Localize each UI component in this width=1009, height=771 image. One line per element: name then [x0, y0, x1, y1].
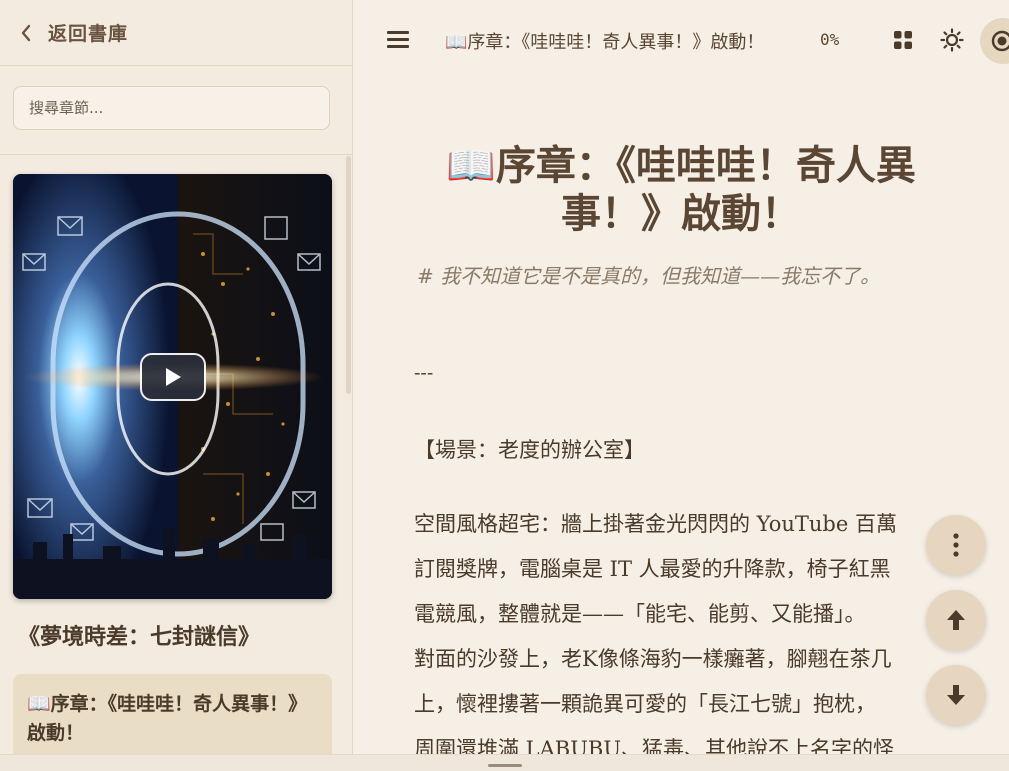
- chapter-search-input[interactable]: [13, 86, 330, 130]
- theme-toggle-icon: [991, 30, 1009, 52]
- reading-progress: 0%: [820, 30, 840, 49]
- divider-text: ---: [414, 362, 434, 384]
- bottom-bar: [0, 754, 1009, 771]
- sidebar-scrollbar[interactable]: [346, 156, 351, 394]
- scroll-top-button[interactable]: [926, 590, 986, 650]
- more-options-button[interactable]: [926, 515, 986, 575]
- paragraph-line: 空間風格超宅：牆上掛著金光閃閃的 YouTube 百萬: [414, 512, 897, 536]
- header-chapter-title: 📖序章：《哇哇哇！奇人異事！》啟動！: [445, 32, 765, 53]
- book-cover-art: [13, 174, 332, 599]
- chapter-item-label-line1: 📖序章：《哇哇哇！奇人異事！》: [27, 693, 308, 715]
- chapter-search-area: [0, 66, 352, 155]
- grid-icon[interactable]: [893, 30, 913, 50]
- paragraph-line: 訂閱獎牌，電腦桌是 IT 人最愛的升降款，椅子紅黑: [414, 557, 891, 581]
- paragraph-line: 電競風，整體就是——「能宅、能剪、又能播」。: [414, 602, 866, 626]
- back-to-library-button[interactable]: 返回書庫: [0, 0, 352, 66]
- chapter-heading-line1: 📖序章：《哇哇哇！奇人異: [446, 142, 916, 189]
- story-paragraph: 空間風格超宅：牆上掛著金光閃閃的 YouTube 百萬 訂閱獎牌，電腦桌是 IT…: [414, 502, 974, 754]
- book-title: 《夢境時差：七封謎信》: [18, 625, 261, 650]
- arrow-up-icon: [947, 610, 965, 630]
- resize-handle[interactable]: [488, 764, 522, 767]
- paragraph-line: 上，懷裡摟著一顆詭異可愛的「長江七號」抱枕，: [414, 692, 876, 716]
- chevron-left-icon: [21, 24, 31, 41]
- more-vertical-icon: [953, 533, 959, 557]
- chapter-subtitle: # 我不知道它是不是真的，但我知道——我忘不了。: [417, 264, 881, 288]
- arrow-down-icon: [947, 685, 965, 705]
- reader-header: 📖序章：《哇哇哇！奇人異事！》啟動！ 0%: [353, 0, 1009, 82]
- chapter-sidebar: 返回書庫 搜尋章節... 《夢境時差：七封謎信》 📖序章：《哇哇哇！奇人異事！》…: [0, 0, 353, 770]
- scroll-bottom-button[interactable]: [926, 665, 986, 725]
- hamburger-icon[interactable]: [387, 31, 409, 49]
- paragraph-line: 周圍還堆滿 LABUBU、猛毒、其他說不上名字的怪: [414, 737, 895, 754]
- play-icon: [140, 353, 206, 401]
- scene-heading: 【場景：老度的辦公室】: [414, 438, 645, 462]
- book-cover-image: [13, 174, 332, 599]
- chapter-heading-line2: 事！》啟動！: [561, 190, 801, 237]
- chapter-content: 📖序章：《哇哇哇！奇人異 事！》啟動！ # 我不知道它是不是真的，但我知道——我…: [353, 82, 1009, 754]
- sun-icon[interactable]: [940, 28, 964, 52]
- chapter-item-label-line2: 啟動！: [27, 722, 85, 744]
- paragraph-line: 對面的沙發上，老K像條海豹一樣癱著，腳翹在茶几: [414, 647, 892, 671]
- back-to-library-label: 返回書庫: [48, 23, 129, 45]
- chapter-heading: 📖序章：《哇哇哇！奇人異 事！》啟動！: [353, 142, 1009, 238]
- theme-toggle-button[interactable]: [980, 18, 1009, 64]
